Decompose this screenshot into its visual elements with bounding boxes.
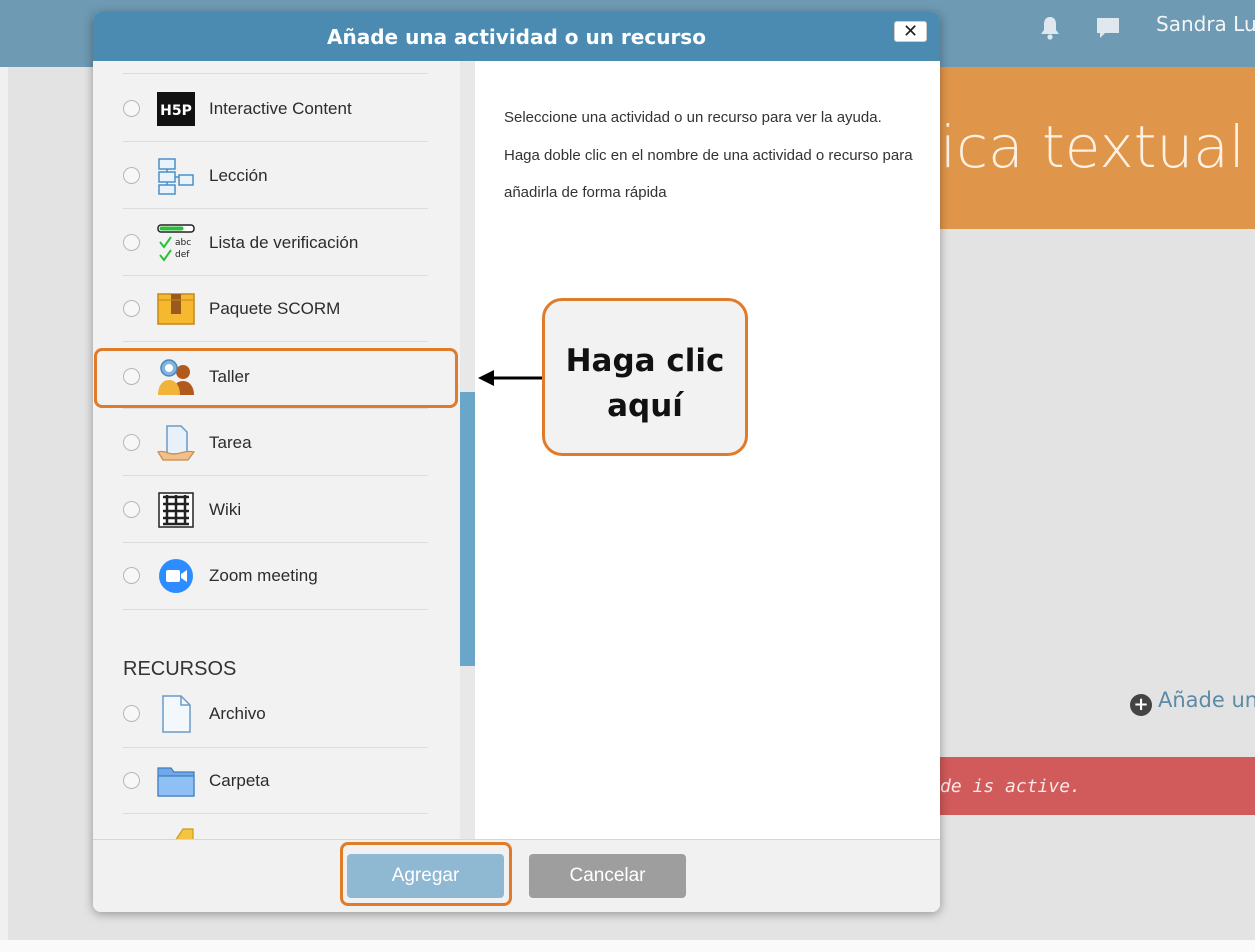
callout-box: Haga clic aquí bbox=[542, 298, 748, 456]
option-carpeta[interactable]: Carpeta bbox=[93, 748, 460, 814]
dialog-header: Añade una actividad o un recurso ✕ bbox=[93, 12, 940, 61]
dialog-footer: Agregar Cancelar bbox=[93, 839, 940, 912]
agregar-highlight-box bbox=[340, 842, 512, 906]
scorm-package-icon bbox=[157, 293, 195, 325]
options-scrollbar-thumb[interactable] bbox=[460, 392, 475, 666]
option-paquete-scorm[interactable]: Paquete SCORM bbox=[93, 276, 460, 342]
folder-icon bbox=[157, 767, 195, 797]
option-label: Lista de verificación bbox=[209, 233, 359, 252]
add-activity-label: Añade un bbox=[1158, 688, 1255, 712]
options-list[interactable]: H5P Interactive Content Lección abc def … bbox=[93, 61, 460, 839]
course-title: ica textual bbox=[940, 113, 1245, 181]
option-label: Zoom meeting bbox=[209, 566, 318, 585]
option-interactive-content[interactable]: H5P Interactive Content bbox=[93, 76, 460, 142]
radio-button[interactable] bbox=[123, 100, 140, 117]
h5p-icon: H5P bbox=[157, 92, 195, 126]
lesson-icon bbox=[158, 158, 194, 195]
divider bbox=[123, 208, 428, 209]
arrow-left-icon bbox=[478, 370, 544, 386]
bell-icon[interactable] bbox=[1038, 14, 1062, 42]
checklist-icon: abc def bbox=[157, 224, 195, 262]
option-wiki[interactable]: Wiki bbox=[93, 477, 460, 543]
option-lista-de-verificacion[interactable]: abc def Lista de verificación bbox=[93, 210, 460, 276]
option-label: Paquete SCORM bbox=[209, 299, 341, 318]
divider bbox=[123, 341, 428, 342]
user-menu-name[interactable]: Sandra Lu bbox=[1156, 12, 1255, 36]
alert-banner: de is active. bbox=[940, 757, 1255, 815]
radio-button[interactable] bbox=[123, 434, 140, 451]
divider bbox=[123, 813, 428, 814]
option-tarea[interactable]: Tarea bbox=[93, 410, 460, 476]
cancel-button[interactable]: Cancelar bbox=[529, 854, 686, 898]
dialog-title: Añade una actividad o un recurso bbox=[327, 25, 706, 49]
radio-button[interactable] bbox=[123, 705, 140, 722]
radio-button[interactable] bbox=[123, 501, 140, 518]
svg-text:def: def bbox=[175, 250, 190, 260]
taller-highlight-box bbox=[94, 348, 458, 408]
svg-text:abc: abc bbox=[175, 238, 191, 248]
option-label: Tarea bbox=[209, 433, 252, 452]
option-archivo[interactable]: Archivo bbox=[93, 681, 460, 747]
wiki-icon bbox=[158, 492, 194, 528]
radio-button[interactable] bbox=[123, 167, 140, 184]
option-label: Wiki bbox=[209, 500, 242, 519]
divider bbox=[123, 408, 428, 409]
divider bbox=[123, 73, 428, 74]
page-bottom-edge bbox=[0, 940, 1255, 952]
radio-button[interactable] bbox=[123, 234, 140, 251]
radio-button[interactable] bbox=[123, 567, 140, 584]
course-header-banner: ica textual bbox=[940, 67, 1255, 229]
option-zoom-meeting[interactable]: Zoom meeting bbox=[93, 543, 460, 609]
assignment-icon bbox=[157, 425, 195, 461]
divider bbox=[123, 475, 428, 476]
divider bbox=[123, 609, 428, 610]
close-button[interactable]: ✕ bbox=[894, 21, 927, 42]
help-text: Seleccione una actividad o un recurso pa… bbox=[504, 109, 913, 201]
resources-heading: RECURSOS bbox=[123, 658, 237, 680]
option-label: Interactive Content bbox=[209, 99, 352, 118]
option-label: Lección bbox=[209, 166, 268, 185]
add-activity-link[interactable]: + Añade un bbox=[1130, 688, 1255, 716]
option-label: Carpeta bbox=[209, 771, 270, 790]
svg-text:H5P: H5P bbox=[160, 103, 192, 119]
alert-text: de is active. bbox=[940, 776, 1081, 797]
plus-circle-icon: + bbox=[1130, 694, 1152, 716]
option-leccion[interactable]: Lección bbox=[93, 143, 460, 209]
activity-chooser-dialog: Añade una actividad o un recurso ✕ H5P I… bbox=[93, 12, 940, 912]
chat-icon[interactable] bbox=[1095, 15, 1121, 41]
label-tag-icon bbox=[175, 828, 194, 839]
zoom-icon bbox=[159, 559, 193, 593]
option-label: Archivo bbox=[209, 704, 266, 723]
divider bbox=[123, 141, 428, 142]
radio-button[interactable] bbox=[123, 772, 140, 789]
page-left-edge bbox=[0, 67, 8, 952]
callout-text: Haga clic aquí bbox=[565, 343, 725, 424]
file-icon bbox=[162, 695, 191, 733]
radio-button[interactable] bbox=[123, 300, 140, 317]
